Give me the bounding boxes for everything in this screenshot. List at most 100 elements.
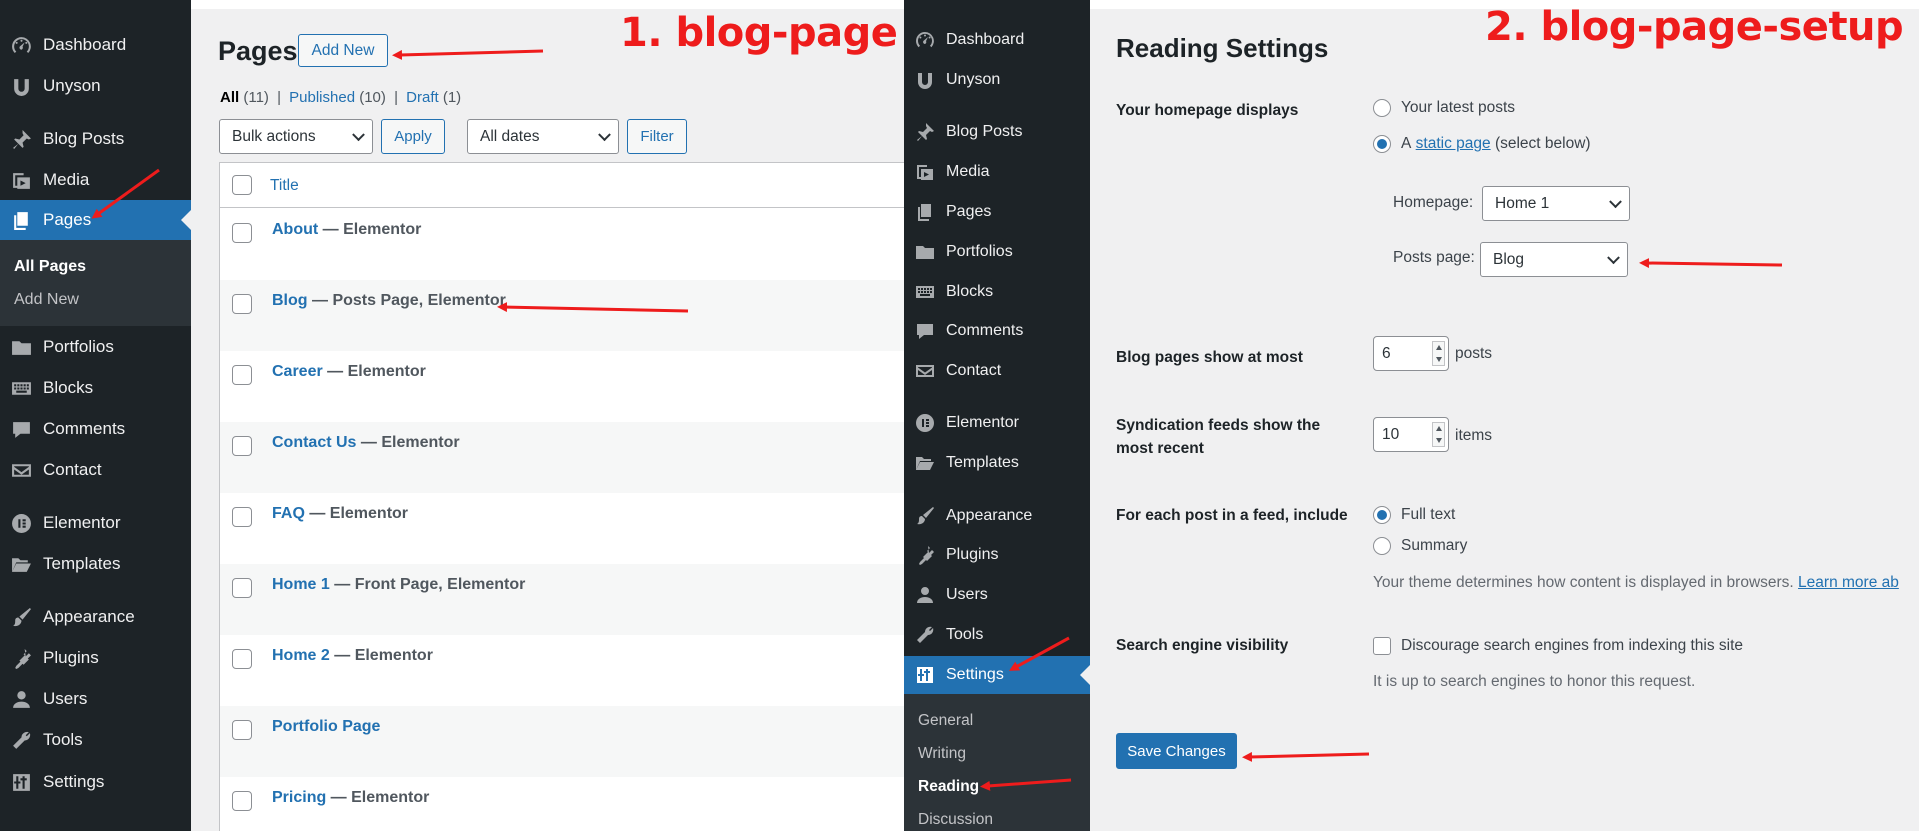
posts-page-select-value: Blog [1493, 250, 1525, 268]
latest-posts-radio[interactable] [1373, 99, 1391, 117]
filter-separator: | [277, 89, 281, 106]
learn-more-link[interactable]: Learn more ab [1798, 574, 1899, 591]
bulk-actions-select[interactable]: Bulk actions [219, 119, 373, 154]
menu-item-blog-posts[interactable]: Blog Posts [904, 113, 1090, 151]
static-page-link[interactable]: static page [1416, 135, 1491, 153]
menu-item-elementor[interactable]: Elementor [904, 404, 1090, 442]
menu-item-users[interactable]: Users [0, 679, 191, 719]
page-link[interactable]: FAQ [272, 505, 305, 522]
table-row: Pricing — Elementor [220, 777, 904, 831]
menu-item-elementor[interactable]: Elementor [0, 503, 191, 543]
discourage-search-option[interactable]: Discourage search engines from indexing … [1373, 637, 1743, 655]
row-checkbox[interactable] [232, 720, 252, 740]
menu-item-tools[interactable]: Tools [0, 720, 191, 760]
add-new-button[interactable]: Add New [298, 34, 388, 67]
row-checkbox[interactable] [232, 578, 252, 598]
menu-item-blocks[interactable]: Blocks [904, 273, 1090, 311]
menu-item-unyson[interactable]: Unyson [904, 61, 1090, 99]
row-checkbox[interactable] [232, 791, 252, 811]
row-title: Home 1 — Front Page, Elementor [272, 576, 525, 594]
apply-button[interactable]: Apply [381, 119, 445, 154]
menu-item-users[interactable]: Users [904, 576, 1090, 614]
menu-item-pages[interactable]: Pages [0, 200, 191, 240]
unyson-icon [914, 70, 935, 91]
submenu-all-pages[interactable]: All Pages [14, 258, 86, 276]
menu-item-blog-posts[interactable]: Blog Posts [0, 119, 191, 159]
submenu-reading[interactable]: Reading [918, 778, 979, 796]
filter-draft[interactable]: Draft [406, 89, 439, 106]
homepage-select[interactable]: Home 1 [1482, 186, 1630, 221]
row-checkbox[interactable] [232, 365, 252, 385]
menu-item-appearance[interactable]: Appearance [904, 497, 1090, 535]
submenu-general[interactable]: General [918, 712, 973, 730]
menu-item-plugins[interactable]: Plugins [0, 638, 191, 678]
menu-item-media[interactable]: Media [0, 160, 191, 200]
row-checkbox[interactable] [232, 507, 252, 527]
submenu-discussion[interactable]: Discussion [918, 811, 993, 829]
menu-label: Media [946, 163, 990, 180]
posts-page-select[interactable]: Blog [1480, 242, 1628, 277]
menu-item-templates[interactable]: Templates [904, 444, 1090, 482]
menu-item-unyson[interactable]: Unyson [0, 66, 191, 106]
row-checkbox[interactable] [232, 649, 252, 669]
summary-option[interactable]: Summary [1373, 537, 1467, 555]
page-link[interactable]: Portfolio Page [272, 718, 380, 735]
discourage-search-checkbox[interactable] [1373, 637, 1391, 655]
page-link[interactable]: Career [272, 363, 323, 380]
row-checkbox[interactable] [232, 294, 252, 314]
menu-item-media[interactable]: Media [904, 153, 1090, 191]
table-row: Portfolio Page [220, 706, 904, 777]
menu-label: Comments [946, 322, 1024, 339]
menu-item-portfolios[interactable]: Portfolios [0, 327, 191, 367]
filter-published[interactable]: Published [289, 89, 355, 106]
stepper-arrows-icon[interactable] [1432, 341, 1445, 366]
menu-item-plugins[interactable]: Plugins [904, 536, 1090, 574]
pages-icon [914, 202, 935, 223]
feed-items-value: 10 [1382, 425, 1400, 443]
latest-posts-option[interactable]: Your latest posts [1373, 99, 1515, 117]
row-checkbox[interactable] [232, 223, 252, 243]
page-link[interactable]: Blog [272, 292, 308, 309]
folder-open-icon [914, 453, 935, 474]
summary-radio[interactable] [1373, 537, 1391, 555]
page-link[interactable]: Contact Us [272, 434, 356, 451]
submenu-writing[interactable]: Writing [918, 745, 966, 763]
posts-per-page-input[interactable]: 6 [1373, 336, 1449, 371]
static-page-option[interactable]: A static page (select below) [1373, 135, 1591, 153]
menu-label: Blog Posts [946, 123, 1023, 140]
menu-item-templates[interactable]: Templates [0, 544, 191, 584]
menu-item-dashboard[interactable]: Dashboard [0, 25, 191, 65]
menu-item-comments[interactable]: Comments [904, 312, 1090, 350]
page-link[interactable]: Home 1 [272, 576, 330, 593]
date-filter-select[interactable]: All dates [467, 119, 619, 154]
column-title-sort[interactable]: Title [270, 177, 299, 195]
menu-item-settings[interactable]: Settings [0, 762, 191, 802]
page-state: — Posts Page, Elementor [307, 292, 506, 309]
page-link[interactable]: About [272, 221, 318, 238]
syndication-label: Syndication feeds show the most recent [1116, 414, 1320, 460]
full-text-radio[interactable] [1373, 506, 1391, 524]
menu-item-pages[interactable]: Pages [904, 193, 1090, 231]
row-checkbox[interactable] [232, 436, 252, 456]
page-link[interactable]: Home 2 [272, 647, 330, 664]
submenu-add-new[interactable]: Add New [14, 291, 79, 309]
menu-item-contact[interactable]: Contact [904, 352, 1090, 390]
page-link[interactable]: Pricing [272, 789, 326, 806]
full-text-option[interactable]: Full text [1373, 506, 1455, 524]
menu-item-blocks[interactable]: Blocks [0, 368, 191, 408]
pin-icon [914, 122, 935, 143]
menu-item-appearance[interactable]: Appearance [0, 597, 191, 637]
menu-item-contact[interactable]: Contact [0, 450, 191, 490]
menu-item-portfolios[interactable]: Portfolios [904, 233, 1090, 271]
filter-button[interactable]: Filter [627, 119, 687, 154]
menu-item-dashboard[interactable]: Dashboard [904, 21, 1090, 59]
select-all-checkbox[interactable] [232, 175, 252, 195]
static-page-radio[interactable] [1373, 135, 1391, 153]
feed-items-input[interactable]: 10 [1373, 417, 1449, 452]
stepper-arrows-icon[interactable] [1432, 422, 1445, 447]
menu-item-tools[interactable]: Tools [904, 616, 1090, 654]
menu-item-settings[interactable]: Settings [904, 656, 1090, 694]
menu-item-comments[interactable]: Comments [0, 409, 191, 449]
save-changes-button[interactable]: Save Changes [1116, 733, 1237, 769]
filter-all[interactable]: All [220, 89, 239, 106]
